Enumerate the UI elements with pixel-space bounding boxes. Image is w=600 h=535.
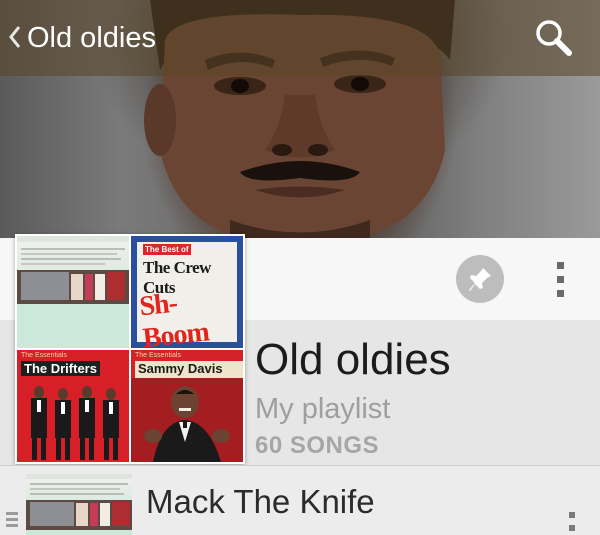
overflow-menu-button[interactable] (551, 258, 571, 300)
search-button[interactable] (532, 16, 576, 60)
action-bar: Old oldies (0, 0, 600, 76)
overflow-dot (557, 290, 564, 297)
album-art-1 (17, 236, 129, 348)
overflow-dot (557, 262, 564, 269)
pin-icon (469, 268, 491, 291)
song-overflow-menu-icon[interactable] (568, 508, 578, 535)
search-icon (536, 20, 572, 56)
playlist-type: My playlist (255, 393, 391, 425)
song-title: Mack The Knife (146, 483, 375, 520)
album-art-3: The Essentials The Drifters (17, 350, 129, 462)
album-art-4: The Essentials Sammy Davis Jr. (131, 350, 243, 462)
chevron-left-icon[interactable] (8, 24, 22, 50)
song-count: 60 SONGS (255, 432, 380, 459)
song-album-thumbnail (26, 474, 132, 535)
pin-button[interactable] (456, 255, 504, 303)
action-bar-title[interactable]: Old oldies (27, 20, 156, 56)
playlist-title: Old oldies (255, 335, 451, 384)
overflow-dot (557, 276, 564, 283)
artist-header-image: Old oldies (0, 0, 600, 238)
album-badge: The Best of (143, 244, 191, 255)
album-art-2: The Best of The Crew Cuts Sh-Boom (131, 236, 243, 348)
album-title: Sh-Boom (137, 287, 211, 348)
album-art-mosaic[interactable]: The Best of The Crew Cuts Sh-Boom The Es… (15, 234, 245, 464)
drag-handle-icon[interactable] (6, 512, 18, 527)
